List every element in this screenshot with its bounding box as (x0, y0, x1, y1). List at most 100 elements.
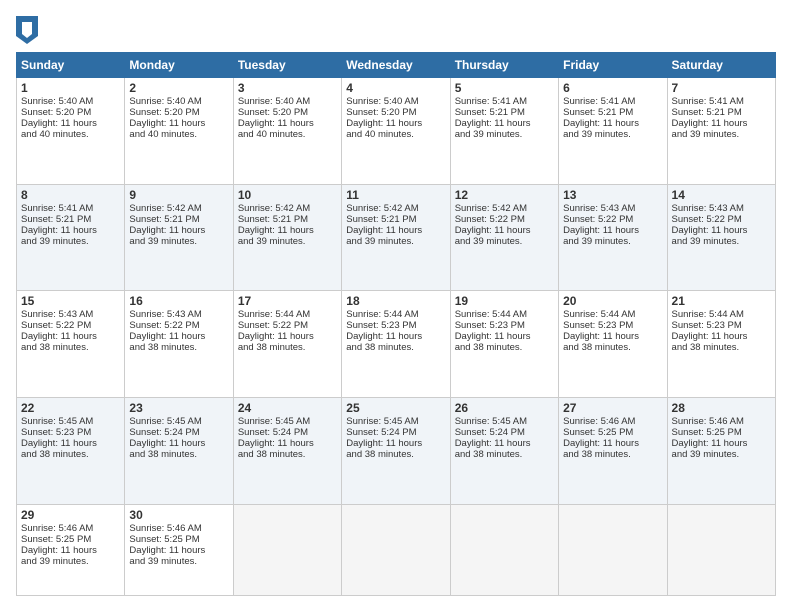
day-info-line: Sunset: 5:20 PM (238, 107, 337, 118)
week-row-3: 15Sunrise: 5:43 AMSunset: 5:22 PMDayligh… (17, 291, 776, 398)
day-info-line: and 38 minutes. (129, 449, 228, 460)
day-info-line: Sunrise: 5:44 AM (672, 309, 771, 320)
calendar-cell (233, 504, 341, 595)
day-info-line: Daylight: 11 hours (672, 225, 771, 236)
calendar-cell: 18Sunrise: 5:44 AMSunset: 5:23 PMDayligh… (342, 291, 450, 398)
day-number: 17 (238, 294, 337, 308)
col-header-friday: Friday (559, 53, 667, 78)
col-header-sunday: Sunday (17, 53, 125, 78)
day-info-line: Sunset: 5:22 PM (455, 214, 554, 225)
day-info-line: and 40 minutes. (129, 129, 228, 140)
day-info-line: Sunset: 5:21 PM (563, 107, 662, 118)
day-info-line: and 39 minutes. (455, 236, 554, 247)
day-info-line: Sunrise: 5:43 AM (129, 309, 228, 320)
day-info-line: Sunrise: 5:43 AM (563, 203, 662, 214)
day-info-line: Sunrise: 5:42 AM (129, 203, 228, 214)
day-info-line: Sunrise: 5:45 AM (346, 416, 445, 427)
day-info-line: Sunset: 5:20 PM (346, 107, 445, 118)
day-info-line: and 39 minutes. (129, 236, 228, 247)
calendar-cell: 24Sunrise: 5:45 AMSunset: 5:24 PMDayligh… (233, 398, 341, 505)
calendar-cell: 21Sunrise: 5:44 AMSunset: 5:23 PMDayligh… (667, 291, 775, 398)
week-row-5: 29Sunrise: 5:46 AMSunset: 5:25 PMDayligh… (17, 504, 776, 595)
day-info-line: and 38 minutes. (129, 342, 228, 353)
day-info-line: Daylight: 11 hours (455, 438, 554, 449)
day-info-line: Sunrise: 5:42 AM (238, 203, 337, 214)
day-info-line: Sunrise: 5:46 AM (563, 416, 662, 427)
calendar-cell: 12Sunrise: 5:42 AMSunset: 5:22 PMDayligh… (450, 184, 558, 291)
day-info-line: and 38 minutes. (238, 449, 337, 460)
day-info-line: Sunset: 5:21 PM (455, 107, 554, 118)
calendar-cell: 20Sunrise: 5:44 AMSunset: 5:23 PMDayligh… (559, 291, 667, 398)
day-info-line: Daylight: 11 hours (455, 331, 554, 342)
header (16, 16, 776, 44)
day-info-line: Sunset: 5:20 PM (129, 107, 228, 118)
day-info-line: Sunrise: 5:45 AM (455, 416, 554, 427)
day-info-line: and 39 minutes. (672, 129, 771, 140)
calendar-cell: 26Sunrise: 5:45 AMSunset: 5:24 PMDayligh… (450, 398, 558, 505)
day-info-line: and 39 minutes. (21, 556, 120, 567)
calendar-cell: 23Sunrise: 5:45 AMSunset: 5:24 PMDayligh… (125, 398, 233, 505)
day-info-line: Sunset: 5:24 PM (238, 427, 337, 438)
day-info-line: Daylight: 11 hours (21, 225, 120, 236)
day-info-line: Sunset: 5:21 PM (238, 214, 337, 225)
calendar-cell: 25Sunrise: 5:45 AMSunset: 5:24 PMDayligh… (342, 398, 450, 505)
day-info-line: Sunset: 5:25 PM (21, 534, 120, 545)
calendar-cell (342, 504, 450, 595)
col-header-monday: Monday (125, 53, 233, 78)
day-info-line: Sunrise: 5:41 AM (672, 96, 771, 107)
day-info-line: Daylight: 11 hours (346, 438, 445, 449)
logo (16, 16, 42, 44)
calendar-cell: 14Sunrise: 5:43 AMSunset: 5:22 PMDayligh… (667, 184, 775, 291)
week-row-1: 1Sunrise: 5:40 AMSunset: 5:20 PMDaylight… (17, 78, 776, 185)
day-info-line: and 38 minutes. (21, 449, 120, 460)
day-info-line: Daylight: 11 hours (129, 118, 228, 129)
day-info-line: Sunrise: 5:42 AM (455, 203, 554, 214)
day-info-line: Daylight: 11 hours (21, 331, 120, 342)
day-info-line: Sunset: 5:23 PM (563, 320, 662, 331)
day-info-line: Sunset: 5:21 PM (21, 214, 120, 225)
day-info-line: Daylight: 11 hours (563, 118, 662, 129)
col-header-saturday: Saturday (667, 53, 775, 78)
calendar-cell: 9Sunrise: 5:42 AMSunset: 5:21 PMDaylight… (125, 184, 233, 291)
day-info-line: and 38 minutes. (455, 342, 554, 353)
day-info-line: and 40 minutes. (21, 129, 120, 140)
day-number: 8 (21, 188, 120, 202)
day-info-line: Sunrise: 5:44 AM (563, 309, 662, 320)
day-info-line: Sunset: 5:21 PM (672, 107, 771, 118)
day-info-line: Sunrise: 5:40 AM (346, 96, 445, 107)
day-info-line: Sunrise: 5:43 AM (672, 203, 771, 214)
day-number: 30 (129, 508, 228, 522)
day-number: 18 (346, 294, 445, 308)
day-info-line: and 38 minutes. (346, 449, 445, 460)
calendar-cell: 15Sunrise: 5:43 AMSunset: 5:22 PMDayligh… (17, 291, 125, 398)
day-info-line: Daylight: 11 hours (672, 438, 771, 449)
day-info-line: Daylight: 11 hours (129, 225, 228, 236)
logo-icon (16, 16, 38, 44)
calendar-cell: 16Sunrise: 5:43 AMSunset: 5:22 PMDayligh… (125, 291, 233, 398)
day-number: 13 (563, 188, 662, 202)
day-number: 12 (455, 188, 554, 202)
day-info-line: Daylight: 11 hours (129, 545, 228, 556)
day-info-line: Sunset: 5:22 PM (129, 320, 228, 331)
week-row-2: 8Sunrise: 5:41 AMSunset: 5:21 PMDaylight… (17, 184, 776, 291)
calendar-cell: 4Sunrise: 5:40 AMSunset: 5:20 PMDaylight… (342, 78, 450, 185)
day-number: 3 (238, 81, 337, 95)
day-info-line: Daylight: 11 hours (21, 438, 120, 449)
day-info-line: Sunrise: 5:45 AM (238, 416, 337, 427)
day-number: 24 (238, 401, 337, 415)
day-info-line: and 39 minutes. (346, 236, 445, 247)
day-info-line: Sunset: 5:23 PM (672, 320, 771, 331)
day-info-line: Daylight: 11 hours (238, 118, 337, 129)
day-info-line: Daylight: 11 hours (346, 118, 445, 129)
calendar-cell: 1Sunrise: 5:40 AMSunset: 5:20 PMDaylight… (17, 78, 125, 185)
calendar-cell (667, 504, 775, 595)
day-info-line: Sunset: 5:22 PM (672, 214, 771, 225)
day-info-line: and 39 minutes. (672, 236, 771, 247)
day-info-line: Daylight: 11 hours (238, 225, 337, 236)
header-row: SundayMondayTuesdayWednesdayThursdayFrid… (17, 53, 776, 78)
week-row-4: 22Sunrise: 5:45 AMSunset: 5:23 PMDayligh… (17, 398, 776, 505)
day-info-line: Daylight: 11 hours (563, 438, 662, 449)
day-info-line: and 39 minutes. (129, 556, 228, 567)
day-number: 4 (346, 81, 445, 95)
day-number: 9 (129, 188, 228, 202)
